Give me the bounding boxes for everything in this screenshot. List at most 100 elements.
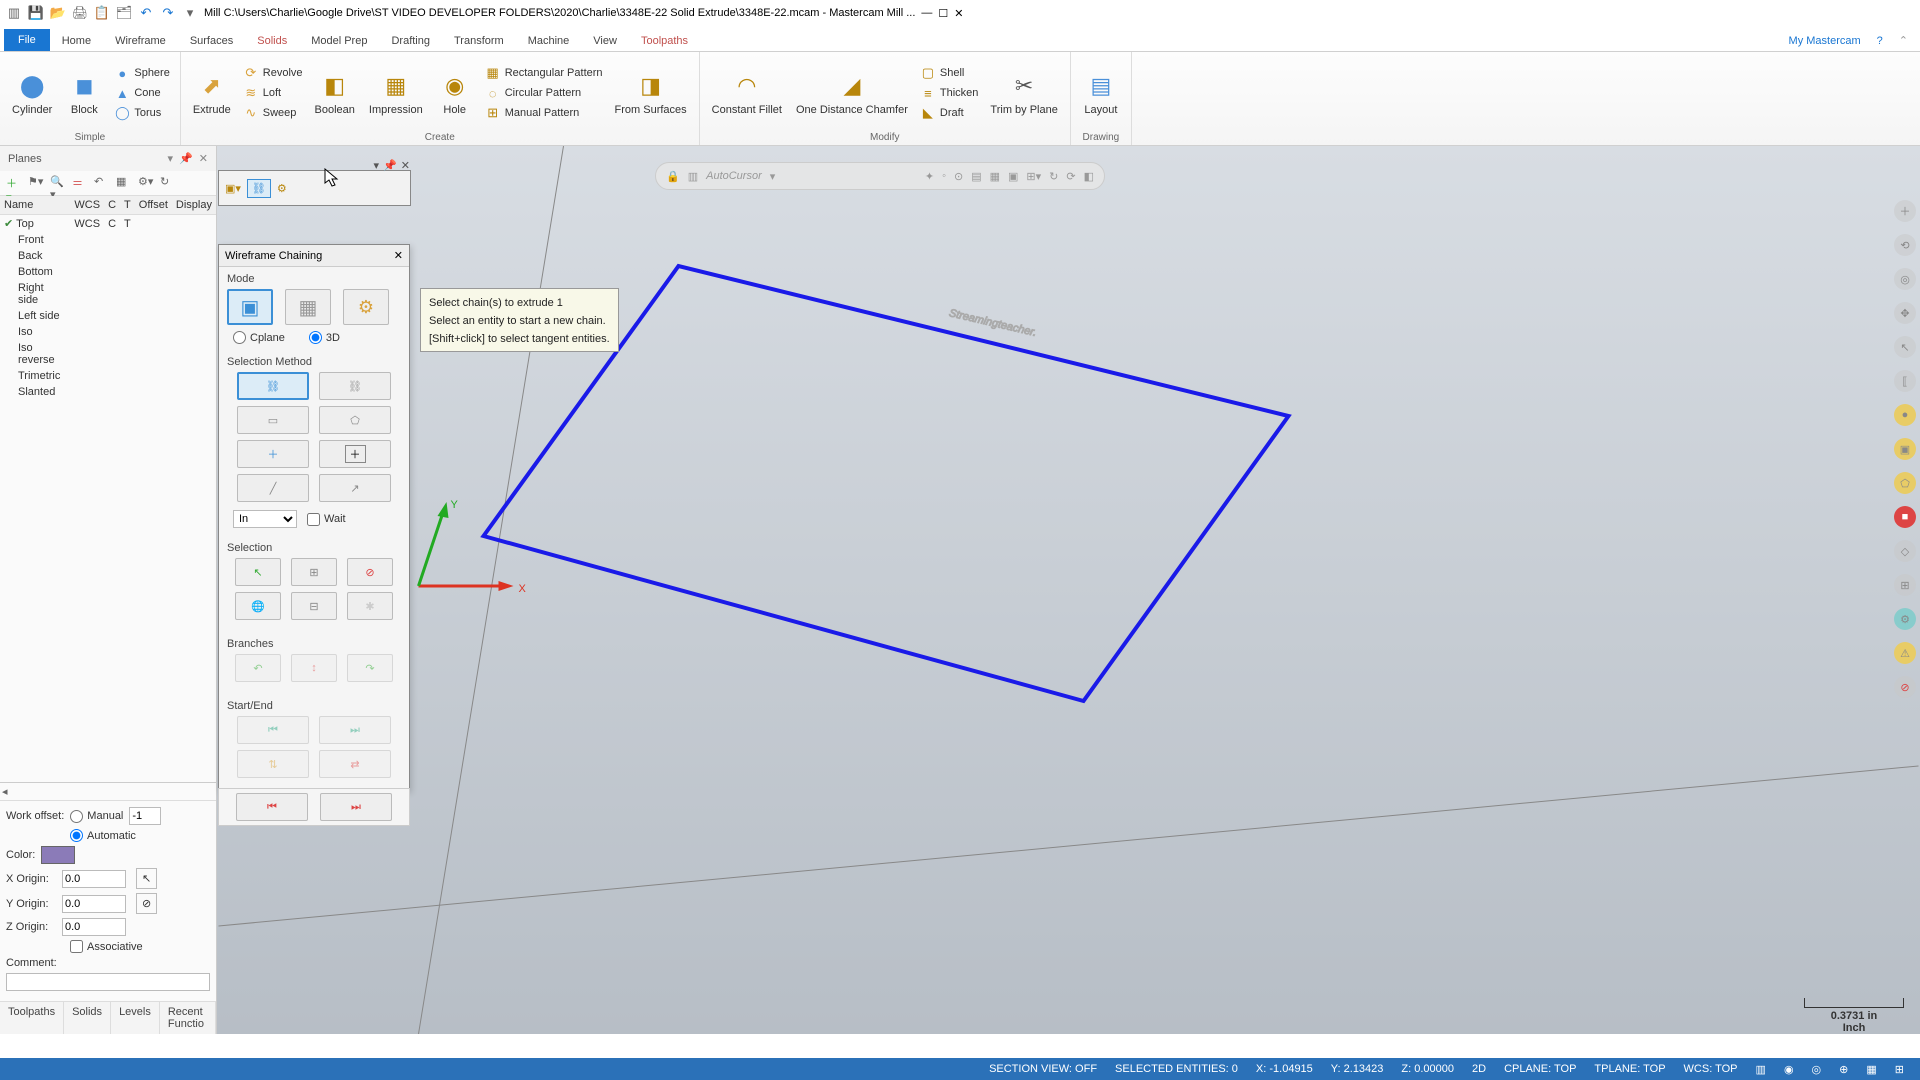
qat-save-icon[interactable]: 💾 (28, 5, 44, 21)
docklet-gear-icon[interactable]: ⚙ (277, 182, 287, 195)
window-method-button[interactable]: ▭ (237, 406, 309, 434)
vector-method-button[interactable]: ↗ (319, 474, 391, 502)
bottab-levels[interactable]: Levels (111, 1002, 160, 1034)
autocursor-pick-icon[interactable]: ▥ (688, 170, 698, 183)
rt-target-icon[interactable]: ◎ (1894, 268, 1916, 290)
ac-9-icon[interactable]: ⟳ (1066, 170, 1075, 183)
swap-dir-button[interactable]: ⇅ (237, 750, 309, 778)
select-disabled-button[interactable]: ✱ (347, 592, 393, 620)
boolean-button[interactable]: ◧Boolean (311, 68, 359, 118)
status-i6-icon[interactable]: ⊞ (1895, 1063, 1904, 1076)
rectpattern-button[interactable]: ▦Rectangular Pattern (483, 64, 605, 82)
cplane-radio[interactable]: Cplane (233, 331, 285, 344)
status-section[interactable]: SECTION VIEW: OFF (989, 1063, 1097, 1075)
thicken-button[interactable]: ≡Thicken (918, 84, 981, 102)
maximize-icon[interactable]: ☐ (938, 7, 948, 20)
table-row[interactable]: Iso reverse (0, 340, 216, 368)
ac-6-icon[interactable]: ▣ (1008, 170, 1018, 183)
col-wcs[interactable]: WCS (70, 196, 104, 215)
branch-prev-button[interactable]: ↶ (235, 654, 281, 682)
reverse-button[interactable]: ⇄ (319, 750, 391, 778)
rt-move-icon[interactable]: ✥ (1894, 302, 1916, 324)
rt-box-icon[interactable]: ▣ (1894, 438, 1916, 460)
planes-gear-icon[interactable]: ⚙▾ (138, 175, 154, 191)
qat-clip-icon[interactable]: 📋 (94, 5, 110, 21)
tab-modelprep[interactable]: Model Prep (299, 31, 379, 51)
ac-5-icon[interactable]: ▦ (990, 170, 1000, 183)
table-row[interactable]: ✔ TopWCSCT (0, 215, 216, 233)
trimbyplane-button[interactable]: ✂Trim by Plane (986, 68, 1061, 118)
docklet-cube-icon[interactable]: ▣▾ (225, 182, 241, 195)
viewport[interactable]: Streamingteacher. X Y (217, 146, 1920, 1034)
status-i1-icon[interactable]: ▥ (1756, 1063, 1766, 1076)
polygon-method-button[interactable]: ⬠ (319, 406, 391, 434)
hole-button[interactable]: ◉Hole (433, 68, 477, 118)
automatic-radio[interactable]: Automatic (70, 829, 136, 842)
cone-button[interactable]: ▲Cone (112, 84, 171, 102)
status-wcs[interactable]: WCS: TOP (1684, 1063, 1738, 1075)
select-cfg-button[interactable]: ⊟ (291, 592, 337, 620)
rt-rotate-icon[interactable]: ⟲ (1894, 234, 1916, 256)
circpattern-button[interactable]: ◌Circular Pattern (483, 84, 605, 102)
constfillet-button[interactable]: ◠Constant Fillet (708, 68, 786, 118)
select-all-button[interactable]: ⊞ (291, 558, 337, 586)
qat-open-icon[interactable]: 📂 (50, 5, 66, 21)
rt-wire-icon[interactable]: ◇ (1894, 540, 1916, 562)
ac-7-icon[interactable]: ⊞▾ (1026, 170, 1041, 183)
go-end-button[interactable]: ⏭ (319, 716, 391, 744)
docklet-close-icon[interactable]: ✕ (401, 159, 410, 172)
tab-transform[interactable]: Transform (442, 31, 516, 51)
tab-toolpaths[interactable]: Toolpaths (629, 31, 700, 51)
zorigin-input[interactable] (62, 918, 126, 936)
qat-undo-icon[interactable]: ↶ (138, 5, 154, 21)
cylinder-button[interactable]: ⬤Cylinder (8, 68, 56, 118)
col-c[interactable]: C (104, 196, 120, 215)
planes-eq-icon[interactable]: ＝ (72, 175, 88, 191)
rt-no-icon[interactable]: ⊘ (1894, 676, 1916, 698)
manual-value[interactable] (129, 807, 161, 825)
color-swatch[interactable] (41, 846, 75, 864)
panel-close-icon[interactable]: ✕ (199, 152, 208, 165)
scroll-left-icon[interactable]: ◂ (0, 782, 216, 800)
planes-refresh-icon[interactable]: ↻ (160, 175, 176, 191)
rt-sphere-icon[interactable]: ● (1894, 404, 1916, 426)
panel-dropdown-icon[interactable]: ▾ (168, 152, 174, 165)
draft-button[interactable]: ◣Draft (918, 104, 981, 122)
qat-more-icon[interactable]: ▾ (182, 5, 198, 21)
col-name[interactable]: Name (0, 196, 70, 215)
rt-cursor-icon[interactable]: ↖ (1894, 336, 1916, 358)
tab-machine[interactable]: Machine (516, 31, 582, 51)
table-row[interactable]: Bottom (0, 264, 216, 280)
bottab-toolpaths[interactable]: Toolpaths (0, 1002, 64, 1034)
ac-2-icon[interactable]: ◦ (942, 170, 946, 182)
tab-drafting[interactable]: Drafting (379, 31, 442, 51)
chain-prev-button[interactable]: ⏮ (236, 793, 308, 821)
status-i4-icon[interactable]: ⊕ (1839, 1063, 1848, 1076)
help-icon[interactable]: ? (1869, 31, 1891, 51)
docklet-pin-icon[interactable]: 📌 (383, 159, 397, 172)
tab-wireframe[interactable]: Wireframe (103, 31, 178, 51)
rt-warn-icon[interactable]: ⚠ (1894, 642, 1916, 664)
xorigin-input[interactable] (62, 870, 126, 888)
mode-settings-button[interactable]: ⚙ (343, 289, 389, 325)
planes-flag-icon[interactable]: ⚑▾ (28, 175, 44, 191)
planes-add-icon[interactable]: ＋▾ (6, 175, 22, 191)
status-i5-icon[interactable]: ▦ (1866, 1063, 1876, 1076)
status-i3-icon[interactable]: ◎ (1812, 1063, 1822, 1076)
table-row[interactable]: Left side (0, 308, 216, 324)
mode-wireframe-button[interactable]: ▣ (227, 289, 273, 325)
sweep-button[interactable]: ∿Sweep (241, 104, 305, 122)
impression-button[interactable]: ▦Impression (365, 68, 427, 118)
loft-button[interactable]: ≋Loft (241, 84, 305, 102)
wait-check[interactable]: Wait (307, 513, 346, 526)
collapse-ribbon-icon[interactable]: ⌃ (1891, 30, 1916, 51)
rt-red-icon[interactable]: ■ (1894, 506, 1916, 528)
rt-plus-icon[interactable]: ＋ (1894, 200, 1916, 222)
comment-input[interactable] (6, 973, 210, 991)
dialog-close-icon[interactable]: ✕ (394, 249, 403, 262)
col-t[interactable]: T (120, 196, 135, 215)
reset-origin-icon[interactable]: ⊘ (136, 893, 157, 914)
onedist-button[interactable]: ◢One Distance Chamfer (792, 68, 912, 118)
tab-home[interactable]: Home (50, 31, 103, 51)
table-row[interactable]: Iso (0, 324, 216, 340)
